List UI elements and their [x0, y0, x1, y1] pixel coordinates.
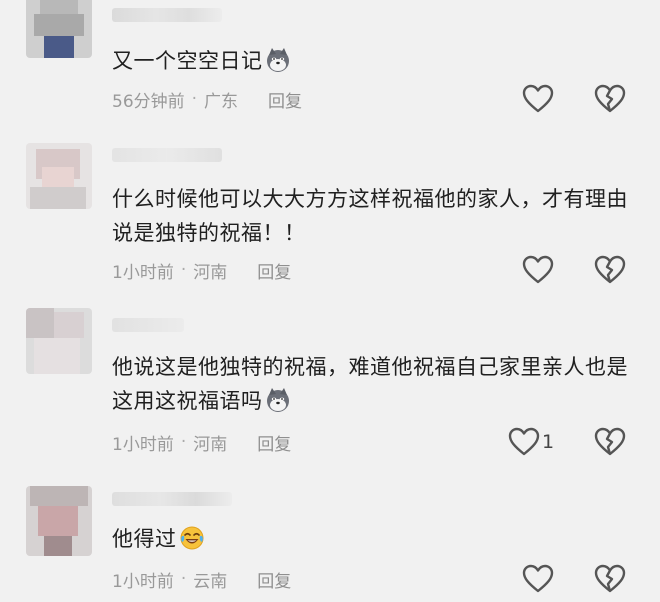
like-button[interactable] — [522, 84, 556, 114]
username-blurred[interactable] — [112, 492, 232, 506]
meta-separator: · — [180, 432, 187, 452]
comment-text: 又一个空空日记 — [112, 44, 632, 78]
husky-emoji-icon — [266, 388, 289, 412]
comment-text: 他得过 — [112, 522, 632, 556]
comment-text: 什么时候他可以大大方方这样祝福他的家人，才有理由说是独特的祝福！！ — [112, 182, 632, 250]
comment-location: 河南 — [193, 262, 228, 283]
comment-meta: 1小时前 · 河南 回复 — [112, 256, 291, 284]
heart-icon — [522, 255, 554, 284]
comment-text-content: 什么时候他可以大大方方这样祝福他的家人，才有理由说是独特的祝福！！ — [112, 187, 628, 245]
heart-icon — [508, 427, 540, 456]
like-button[interactable] — [522, 564, 556, 594]
meta-separator: · — [191, 89, 198, 109]
like-count: 1 — [542, 431, 555, 453]
reply-button[interactable]: 回复 — [257, 430, 291, 455]
comment-text-content: 他得过 — [112, 527, 177, 551]
comment-time: 1小时前 — [112, 571, 174, 592]
like-button[interactable] — [522, 255, 556, 285]
meta-separator: · — [180, 260, 187, 280]
dislike-button[interactable] — [594, 564, 626, 594]
comment-meta: 1小时前 · 云南 回复 — [112, 565, 291, 593]
comment-time: 1小时前 — [112, 262, 174, 283]
reply-button[interactable]: 回复 — [268, 87, 302, 112]
avatar[interactable] — [26, 0, 92, 58]
avatar[interactable] — [26, 143, 92, 209]
username-blurred[interactable] — [112, 318, 184, 332]
broken-heart-icon — [594, 427, 626, 456]
broken-heart-icon — [594, 255, 626, 284]
avatar[interactable] — [26, 308, 92, 374]
avatar[interactable] — [26, 486, 92, 556]
broken-heart-icon — [594, 84, 626, 113]
heart-icon — [522, 564, 554, 593]
comment-location: 河南 — [193, 434, 228, 455]
dislike-button[interactable] — [594, 255, 626, 285]
comment-meta: 56分钟前 · 广东 回复 — [112, 85, 302, 113]
comment-time: 1小时前 — [112, 434, 174, 455]
reply-button[interactable]: 回复 — [257, 567, 291, 592]
comment-text: 他说这是他独特的祝福，难道他祝福自己家里亲人也是这用这祝福语吗 — [112, 350, 632, 418]
meta-separator: · — [180, 569, 187, 589]
username-blurred[interactable] — [112, 8, 222, 22]
like-button[interactable] — [508, 427, 542, 457]
husky-emoji-icon — [266, 48, 289, 72]
laughing-crying-emoji-icon — [180, 526, 203, 550]
dislike-button[interactable] — [594, 84, 626, 114]
reply-button[interactable]: 回复 — [257, 258, 291, 283]
comment-text-content: 又一个空空日记 — [112, 49, 263, 73]
broken-heart-icon — [594, 564, 626, 593]
heart-icon — [522, 84, 554, 113]
comment-text-content: 他说这是他独特的祝福，难道他祝福自己家里亲人也是这用这祝福语吗 — [112, 355, 628, 413]
username-blurred[interactable] — [112, 148, 222, 162]
comment-meta: 1小时前 · 河南 回复 — [112, 428, 291, 456]
dislike-button[interactable] — [594, 427, 626, 457]
comment-location: 云南 — [193, 571, 228, 592]
comment-location: 广东 — [204, 91, 239, 112]
comment-time: 56分钟前 — [112, 91, 185, 112]
